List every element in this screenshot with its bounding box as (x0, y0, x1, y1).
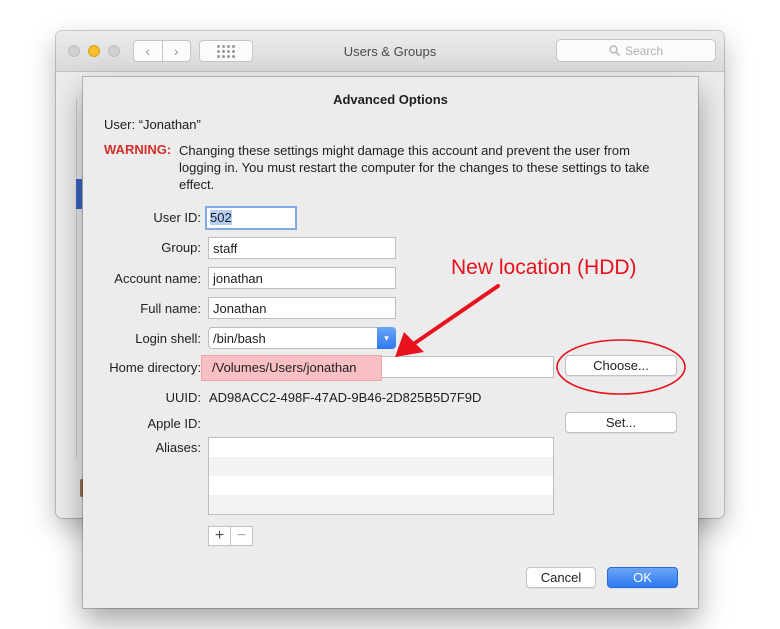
warning-text: Changing these settings might damage thi… (179, 143, 650, 192)
user-name: “Jonathan” (138, 117, 201, 132)
choose-button[interactable]: Choose... (565, 355, 677, 376)
uuid-label: UUID: (165, 390, 201, 405)
search-field[interactable]: Search (556, 39, 716, 62)
group-label: Group: (161, 240, 201, 255)
user-id-value: 502 (210, 210, 232, 225)
account-name-label: Account name: (114, 271, 201, 286)
window-titlebar: ‹ › Users & Groups Search (56, 31, 724, 72)
list-item[interactable] (209, 495, 553, 514)
sidebar-selected-row (76, 179, 82, 209)
user-id-field[interactable]: 502 (205, 206, 297, 230)
aliases-label: Aliases: (155, 440, 201, 455)
aliases-list[interactable] (208, 437, 554, 515)
warning-label: WARNING: (104, 142, 172, 157)
ok-button[interactable]: OK (607, 567, 678, 588)
uuid-value: AD98ACC2-498F-47AD-9B46-2D825B5D7F9D (209, 390, 482, 405)
list-item[interactable] (209, 438, 553, 457)
user-id-label: User ID: (153, 210, 201, 225)
add-alias-button[interactable]: + (209, 527, 230, 545)
annotation-text: New location (HDD) (451, 256, 637, 279)
login-shell-label: Login shell: (135, 331, 201, 346)
home-directory-label: Home directory: (109, 360, 201, 375)
advanced-options-sheet: Advanced Options User: “Jonathan” WARNIN… (83, 77, 698, 608)
list-item[interactable] (209, 457, 553, 476)
set-apple-id-button[interactable]: Set... (565, 412, 677, 433)
home-directory-value: /Volumes/Users/jonathan (212, 360, 357, 375)
list-item[interactable] (209, 476, 553, 495)
login-shell-popup[interactable]: /bin/bash ▾ (208, 327, 396, 349)
cancel-button[interactable]: Cancel (526, 567, 596, 588)
search-placeholder: Search (624, 43, 664, 58)
remove-alias-button[interactable]: − (230, 527, 252, 545)
login-shell-value: /bin/bash (213, 331, 266, 346)
search-icon (609, 45, 620, 56)
apple-id-label: Apple ID: (147, 416, 201, 431)
full-name-field[interactable]: Jonathan (208, 297, 396, 319)
user-line: User: “Jonathan” (104, 117, 201, 132)
account-name-field[interactable]: jonathan (208, 267, 396, 289)
alias-add-remove-control: + − (208, 526, 253, 546)
user-label: User: (104, 117, 136, 132)
chevron-down-icon: ▾ (377, 327, 396, 349)
group-field[interactable]: staff (208, 237, 396, 259)
full-name-label: Full name: (140, 301, 201, 316)
sheet-title: Advanced Options (333, 92, 448, 107)
